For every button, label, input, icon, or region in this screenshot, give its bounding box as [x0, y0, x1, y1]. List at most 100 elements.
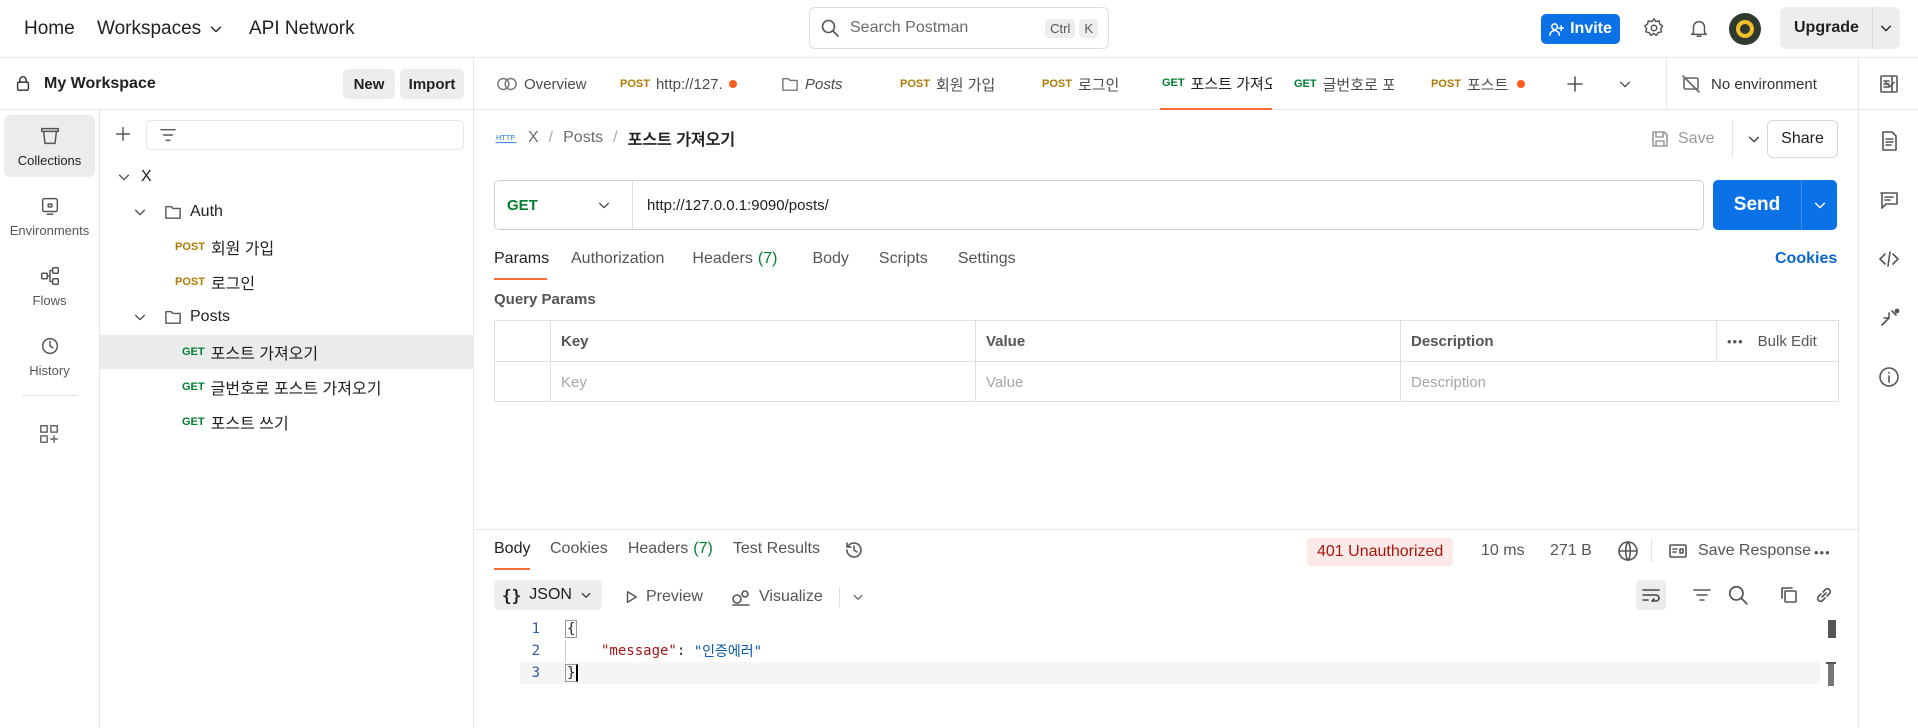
globe-icon[interactable] — [1617, 540, 1639, 562]
rail-item-flows[interactable]: Flows — [4, 255, 95, 317]
rail-item-collections[interactable]: Collections — [4, 115, 95, 177]
http-request-icon: HTTP — [494, 129, 518, 147]
rail-item-history[interactable]: History — [4, 325, 95, 387]
folder-icon — [164, 309, 182, 325]
link-icon[interactable] — [1814, 585, 1834, 605]
key-input[interactable]: Key — [551, 362, 976, 402]
method-select[interactable]: GET — [495, 181, 633, 229]
tab-authorization[interactable]: Authorization — [571, 250, 664, 280]
tab-label: 포스트 가져오 — [1190, 75, 1272, 93]
tab-login[interactable]: POST 로그인 — [1042, 58, 1142, 110]
settings-gear-icon[interactable] — [1643, 17, 1665, 39]
tree-request-write-post[interactable]: GET 포스트 쓰기 — [100, 405, 473, 439]
send-button[interactable]: Send — [1713, 180, 1837, 230]
tree-request-get-posts[interactable]: GET 포스트 가져오기 — [100, 335, 473, 369]
info-icon[interactable] — [1878, 366, 1900, 388]
more-options-icon[interactable]: ••• — [1814, 545, 1831, 560]
tab-write-post[interactable]: POST 포스트 쓰기 — [1431, 58, 1536, 110]
cookies-link[interactable]: Cookies — [1775, 250, 1837, 268]
configure-sidebar-icon[interactable] — [38, 423, 60, 445]
tree-request-get-post-by-id[interactable]: GET 글번호로 포스트 가져오기 — [100, 370, 473, 404]
flows-icon — [39, 265, 61, 287]
tab-get-post-by-id[interactable]: GET 글번호로 포스 — [1294, 58, 1394, 110]
tab-params[interactable]: Params — [494, 250, 549, 280]
search-icon — [820, 18, 840, 38]
new-button[interactable]: New — [343, 69, 395, 99]
save-response-button[interactable]: Save Response — [1651, 540, 1811, 562]
tree-folder-auth[interactable]: Auth — [100, 195, 473, 229]
visualize-button[interactable]: Visualize — [731, 582, 864, 612]
tab-posts[interactable]: Posts — [781, 58, 881, 110]
tab-response-headers[interactable]: Headers (7) — [628, 540, 713, 570]
chevron-down-icon[interactable] — [1813, 198, 1827, 212]
response-divider[interactable] — [474, 529, 1859, 530]
home-link[interactable]: Home — [24, 18, 75, 40]
tabs-overflow-chevron-icon[interactable] — [1618, 77, 1632, 91]
left-rail: Collections Environments Flows History — [0, 110, 100, 728]
breadcrumb-collection[interactable]: X — [528, 129, 539, 147]
tab-overview[interactable]: Overview — [496, 58, 606, 110]
tab-headers[interactable]: Headers (7) — [692, 250, 777, 280]
tab-test-results[interactable]: Test Results — [733, 540, 820, 570]
query-params-table: Key Value Description ••• Bulk Edit Key … — [494, 320, 1839, 402]
scrollbar-thumb[interactable] — [1828, 620, 1836, 638]
search-icon[interactable] — [1727, 584, 1749, 606]
tab-signup[interactable]: POST 회원 가입 — [900, 58, 1010, 110]
value-input[interactable]: Value — [976, 362, 1401, 402]
status-badge[interactable]: 401 Unauthorized — [1307, 538, 1454, 566]
invite-button[interactable]: Invite — [1541, 14, 1620, 44]
response-size[interactable]: 271 B — [1550, 542, 1592, 560]
bulk-edit-button[interactable]: ••• Bulk Edit — [1717, 321, 1838, 361]
tab-response-body[interactable]: Body — [494, 540, 530, 570]
upgrade-button[interactable]: Upgrade — [1780, 7, 1900, 49]
invite-label: Invite — [1570, 20, 1612, 37]
braces-icon: {} — [502, 585, 522, 605]
filter-icon[interactable] — [1692, 585, 1712, 605]
notification-bell-icon[interactable] — [1688, 17, 1710, 39]
rail-item-environments[interactable]: Environments — [4, 185, 95, 247]
headers-count: (7) — [757, 250, 778, 267]
comments-icon[interactable] — [1878, 189, 1900, 211]
tab-get-posts[interactable]: GET 포스트 가져오 — [1160, 58, 1272, 110]
plus-icon[interactable] — [114, 125, 132, 143]
tree-collection-x[interactable]: X — [100, 160, 473, 194]
url-input[interactable]: http://127.0.0.1:9090/posts/ — [633, 197, 829, 214]
tree-request-signup[interactable]: POST 회원 가입 — [100, 230, 473, 264]
tree-folder-posts[interactable]: Posts — [100, 300, 473, 334]
api-network-link[interactable]: API Network — [249, 18, 355, 40]
chevron-down-icon[interactable] — [1879, 21, 1893, 35]
preview-button[interactable]: Preview — [624, 582, 703, 612]
new-tab-plus-icon[interactable] — [1565, 74, 1585, 94]
search-input[interactable]: Search Postman Ctrl K — [809, 7, 1109, 49]
share-button[interactable]: Share — [1767, 120, 1838, 158]
tree-request-login[interactable]: POST 로그인 — [100, 265, 473, 299]
chevron-down-icon[interactable] — [852, 591, 864, 603]
related-collections-icon[interactable] — [1878, 307, 1900, 329]
avatar[interactable] — [1729, 13, 1761, 45]
chevron-down-icon[interactable] — [1747, 132, 1761, 146]
method-badge: GET — [182, 416, 205, 428]
side-panel-toggle-icon[interactable] — [1878, 73, 1900, 95]
response-time[interactable]: 10 ms — [1481, 542, 1525, 560]
breadcrumb-request[interactable]: 포스트 가져오기 — [628, 126, 736, 150]
wrap-lines-button[interactable] — [1636, 580, 1666, 610]
import-button[interactable]: Import — [400, 69, 464, 99]
breadcrumb-folder[interactable]: Posts — [563, 129, 603, 147]
workspaces-menu[interactable]: Workspaces — [97, 18, 223, 40]
documentation-icon[interactable] — [1878, 130, 1900, 152]
search-placeholder: Search Postman — [850, 19, 969, 36]
code-snippet-icon[interactable] — [1878, 248, 1900, 270]
tab-label: Body — [494, 540, 531, 557]
history-icon[interactable] — [844, 540, 864, 560]
save-button[interactable]: Save — [1650, 121, 1761, 157]
tab-settings[interactable]: Settings — [958, 250, 1016, 280]
tab-response-cookies[interactable]: Cookies — [550, 540, 608, 570]
tab-post-url[interactable]: POST http://127. — [620, 58, 744, 110]
format-select[interactable]: {} JSON — [494, 580, 602, 610]
description-input[interactable]: Description — [1401, 362, 1838, 402]
scrollbar-thumb[interactable] — [1828, 664, 1834, 686]
filter-input[interactable] — [146, 120, 464, 150]
tab-body[interactable]: Body — [812, 250, 848, 280]
copy-icon[interactable] — [1779, 585, 1799, 605]
tab-scripts[interactable]: Scripts — [879, 250, 928, 280]
